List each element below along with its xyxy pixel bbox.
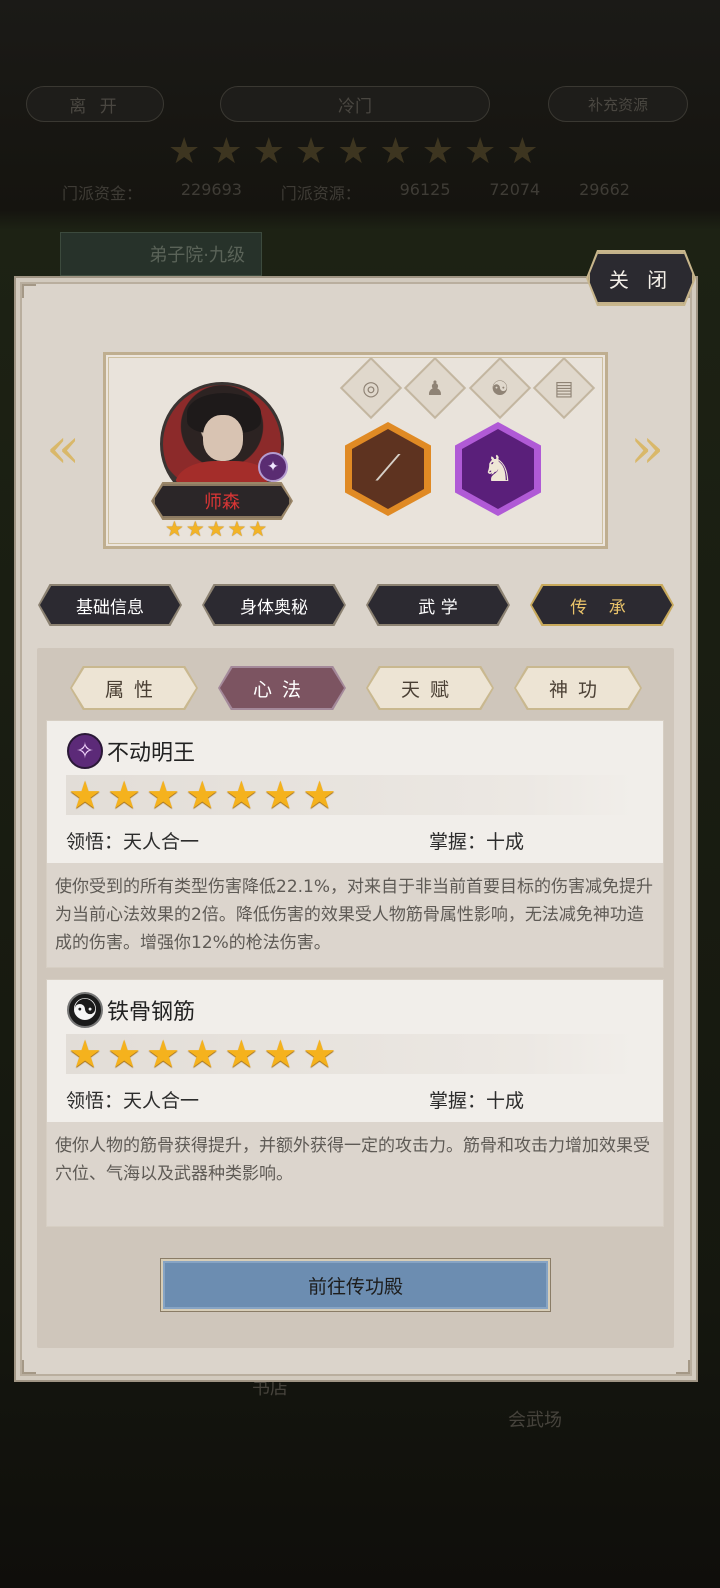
courtyard-badge: 弟子院·九级 (60, 232, 262, 276)
star-icon: ★ (146, 1032, 181, 1076)
comprehension-value: 天人合一 (123, 831, 200, 853)
spear-icon: ⟋ (352, 429, 424, 509)
panel-corner (22, 1360, 36, 1374)
star-icon: ★ (506, 131, 539, 172)
tab-basic-info[interactable]: 基础信息 (40, 586, 180, 624)
sect-name: 冷门 (220, 86, 490, 122)
subtab-mind-method[interactable]: 心法 (220, 668, 344, 708)
funds-value: 229693 (180, 180, 242, 199)
portrait-face (203, 415, 243, 461)
tab-martial-arts[interactable]: 武 学 (368, 586, 508, 624)
skill-name: 不动明王 (107, 741, 196, 766)
star-icon: ★ (337, 131, 370, 172)
arena-label: 会武场 (508, 1410, 562, 1431)
person-slot-icon[interactable]: ♟ (413, 366, 457, 410)
sect-resources: 门派资金： 229693 门派资源： 96125 72074 29662 (62, 180, 630, 204)
tab-body-secrets[interactable]: 身体奥秘 (204, 586, 344, 624)
star-icon: ★ (252, 131, 285, 172)
resource-value-2: 72074 (489, 180, 541, 199)
skill-star-rating: ★ ★ ★ ★ ★ ★ ★ (66, 775, 636, 815)
comprehension-label: 领悟： (66, 1090, 124, 1112)
star-icon: ★ (302, 773, 337, 817)
resource-value: 96125 (399, 180, 451, 199)
star-icon: ★ (263, 1032, 298, 1076)
mastery-label: 掌握： (429, 831, 487, 853)
star-icon: ★ (302, 1032, 337, 1076)
comprehension-info: 领悟：天人合一 (66, 827, 199, 854)
mastery-value: 十成 (486, 831, 525, 853)
star-icon: ★ (107, 773, 142, 817)
comprehension-info: 领悟：天人合一 (66, 1086, 199, 1113)
skill-slot-icon[interactable]: ◎ (349, 366, 393, 410)
subtab-divine-skill[interactable]: 神功 (516, 668, 640, 708)
star-icon: ★ (185, 1032, 220, 1076)
star-icon: ★ (227, 517, 247, 541)
star-icon: ★ (294, 131, 328, 172)
comprehension-value: 天人合一 (123, 1090, 200, 1112)
mastery-value: 十成 (486, 1090, 525, 1112)
star-icon: ★ (185, 773, 220, 817)
mastery-info: 掌握：十成 (429, 1086, 524, 1113)
star-icon: ★ (224, 1032, 259, 1076)
mastery-info: 掌握：十成 (429, 827, 524, 854)
star-icon: ★ (68, 1032, 103, 1076)
book-slot-icon[interactable]: ▤ (542, 366, 586, 410)
skill-card-header: ✧ 不动明王 ★ ★ ★ ★ ★ ★ ★ 领悟：天人合一 掌握：十成 (47, 721, 663, 863)
star-icon: ★ (146, 773, 181, 817)
sect-badge-icon: ✦ (258, 452, 288, 482)
previous-character-arrow-icon[interactable]: « (46, 420, 80, 478)
panel-corner (22, 284, 36, 298)
next-character-arrow-icon[interactable]: » (630, 420, 664, 478)
star-icon: ★ (107, 1032, 142, 1076)
star-icon: ★ (206, 517, 226, 541)
star-icon: ★ (421, 131, 454, 172)
skill-star-rating: ★ ★ ★ ★ ★ ★ ★ (66, 1034, 636, 1074)
subtab-talent[interactable]: 天赋 (368, 668, 492, 708)
supplement-button[interactable]: 补充资源 (548, 86, 688, 122)
funds-label: 门派资金： (62, 184, 143, 203)
resource-label: 门派资源： (280, 184, 361, 203)
star-icon: ★ (463, 131, 497, 172)
star-icon: ★ (165, 517, 184, 541)
purple-sword-icon: ✧ (67, 733, 103, 769)
star-icon: ★ (168, 131, 201, 172)
subtab-attributes[interactable]: 属性 (72, 668, 196, 708)
panel-corner (676, 1360, 690, 1374)
close-button[interactable]: 关 闭 (588, 252, 694, 304)
goto-inheritance-hall-button[interactable]: 前往传功殿 (161, 1259, 550, 1311)
star-icon: ★ (263, 773, 298, 817)
mastery-label: 掌握： (429, 1090, 487, 1112)
skill-description: 使你人物的筋骨获得提升，并额外获得一定的攻击力。筋骨和攻击力增加效果受穴位、气海… (47, 1122, 663, 1226)
sect-star-rating: ★ ★ ★ ★ ★ ★ ★ ★ ★ (168, 134, 539, 170)
star-icon: ★ (248, 517, 268, 541)
character-star-rating: ★ ★ ★ ★ ★ (165, 518, 267, 540)
star-icon: ★ (68, 773, 103, 817)
star-icon: ★ (210, 131, 243, 172)
leave-button[interactable]: 离 开 (26, 86, 164, 122)
skill-description: 使你受到的所有类型伤害降低22.1%，对来自于非当前首要目标的伤害减免提升为当前… (47, 863, 663, 967)
yin-yang-icon: ☯ (67, 992, 103, 1028)
yin-yang-slot-icon[interactable]: ☯ (478, 366, 522, 410)
white-horse-icon: ♞ (462, 429, 534, 509)
skill-card: ✧ 不动明王 ★ ★ ★ ★ ★ ★ ★ 领悟：天人合一 掌握：十成 使你受到的所有类型伤害… (46, 720, 664, 968)
skill-card: ☯ 铁骨钢筋 ★ ★ ★ ★ ★ ★ ★ 领悟：天人合一 掌握：十成 使你人物的筋骨获得提升… (46, 979, 664, 1227)
star-icon: ★ (185, 517, 205, 541)
star-icon: ★ (379, 131, 412, 172)
skill-name: 铁骨钢筋 (107, 1000, 196, 1025)
skill-card-header: ☯ 铁骨钢筋 ★ ★ ★ ★ ★ ★ ★ 领悟：天人合一 掌握：十成 (47, 980, 663, 1122)
comprehension-label: 领悟： (66, 831, 124, 853)
star-icon: ★ (224, 773, 259, 817)
resource-value-3: 29662 (579, 180, 630, 199)
tab-inheritance[interactable]: 传 承 (532, 586, 672, 624)
character-name: 师森 (153, 484, 291, 518)
